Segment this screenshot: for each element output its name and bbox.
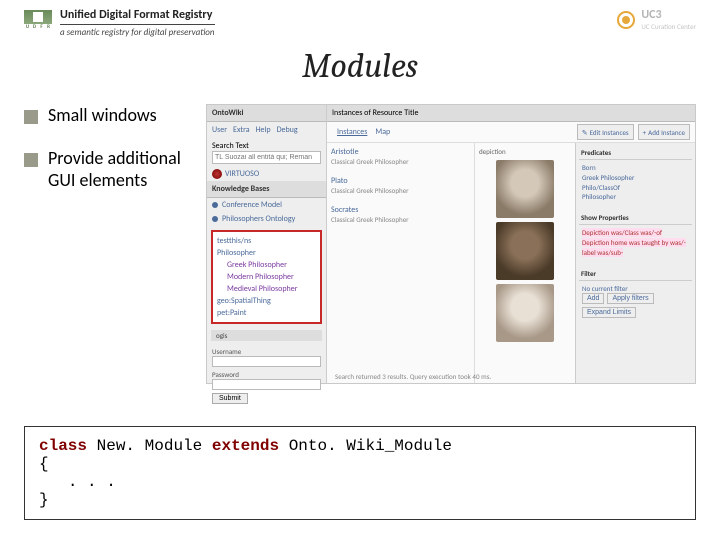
- password-input[interactable]: [212, 379, 321, 390]
- header-title: Unified Digital Format Registry: [60, 8, 215, 22]
- depiction-column: depiction: [475, 143, 575, 383]
- left-tabs: User Extra Help Debug: [207, 122, 326, 138]
- depiction-head: depiction: [479, 147, 571, 156]
- thumbnail-image[interactable]: [496, 284, 554, 342]
- username-label: Username: [212, 347, 321, 356]
- pencil-icon: ✎: [582, 128, 588, 137]
- instances-content: Aristotle Classical Greek Philosopher Pl…: [327, 143, 695, 383]
- header-right: UC3 UC Curation Center: [617, 8, 696, 31]
- password-label: Password: [212, 370, 321, 379]
- list-item[interactable]: Socrates Classical Greek Philosopher: [331, 205, 470, 224]
- bullet-item: Provide additional GUI elements: [24, 147, 194, 192]
- virtuoso-icon: [212, 169, 222, 179]
- predicates-head: Predicates: [579, 146, 692, 160]
- bullet-square-icon: [24, 153, 38, 167]
- instances-list: Aristotle Classical Greek Philosopher Pl…: [327, 143, 475, 383]
- thumbnail-image[interactable]: [496, 222, 554, 280]
- dot-icon: [212, 216, 218, 222]
- list-item[interactable]: Plato Classical Greek Philosopher: [331, 176, 470, 195]
- app-screenshot: OntoWiki User Extra Help Debug Search Te…: [206, 104, 696, 384]
- dot-icon: [212, 202, 218, 208]
- bullet-item: Small windows: [24, 104, 194, 127]
- tab-instances[interactable]: Instances: [337, 127, 367, 137]
- filter-apply-button[interactable]: Apply filters: [607, 293, 653, 304]
- expand-limits-button[interactable]: Expand Limits: [582, 307, 636, 318]
- tree-item[interactable]: Medieval Philosopher: [217, 283, 316, 295]
- kb-item[interactable]: Conference Model: [207, 198, 326, 212]
- kb-item[interactable]: Philosophers Ontology: [207, 212, 326, 226]
- username-input[interactable]: [212, 356, 321, 367]
- thumbnail-image[interactable]: [496, 160, 554, 218]
- search-block: Search Text: [207, 138, 326, 167]
- predicates-body: Born Greek Philosopher Philo/ClassOf Phi…: [579, 160, 692, 205]
- tab-help[interactable]: Help: [256, 125, 271, 135]
- header-left: U D F R Unified Digital Format Registry …: [24, 8, 215, 38]
- highlighted-module: testthis/ns Philosopher Greek Philosophe…: [211, 230, 322, 324]
- plus-icon: +: [643, 128, 647, 137]
- filter-body: No current filter Add Apply filters Expa…: [579, 281, 692, 322]
- code-block: class New. Module extends Onto. Wiki_Mod…: [24, 426, 696, 520]
- list-item[interactable]: Aristotle Classical Greek Philosopher: [331, 147, 470, 166]
- app-right-panel: Instances of Resource Title Instances Ma…: [327, 105, 695, 383]
- results-footer: Search returned 3 results. Query executi…: [335, 372, 491, 381]
- virtuoso-line[interactable]: VIRTUOSO: [207, 167, 326, 181]
- slide-header: U D F R Unified Digital Format Registry …: [0, 0, 720, 38]
- uc3-logo-icon: [617, 11, 635, 29]
- tree-item[interactable]: geo:SpatialThing: [217, 295, 316, 307]
- header-title-block: Unified Digital Format Registry a semant…: [60, 8, 215, 38]
- app-left-panel: OntoWiki User Extra Help Debug Search Te…: [207, 105, 327, 383]
- show-properties-body: Depiction was/Class was/-of Depiction ho…: [579, 225, 692, 260]
- bullet-list: Small windows Provide additional GUI ele…: [24, 104, 194, 384]
- tab-user[interactable]: User: [212, 125, 227, 135]
- tree-item[interactable]: pet:Paint: [217, 307, 316, 319]
- add-instance-button[interactable]: +Add Instance: [638, 124, 690, 140]
- edit-instances-button[interactable]: ✎Edit Instances: [577, 124, 634, 140]
- tree-item[interactable]: Greek Philosopher: [217, 259, 316, 271]
- search-input[interactable]: [212, 151, 321, 164]
- slide-title: Modules: [0, 46, 720, 86]
- kb-head: Knowledge Bases: [207, 181, 326, 198]
- instances-head: Instances of Resource Title: [327, 105, 695, 122]
- tab-extra[interactable]: Extra: [233, 125, 250, 135]
- ontowiki-head: OntoWiki: [207, 105, 326, 122]
- uc3-text: UC3 UC Curation Center: [641, 8, 696, 31]
- tag[interactable]: ogis: [211, 330, 322, 341]
- tree-item[interactable]: Modern Philosopher: [217, 271, 316, 283]
- bullet-square-icon: [24, 110, 38, 124]
- submit-button[interactable]: Submit: [212, 393, 248, 404]
- login-block: Username Password Submit: [207, 343, 326, 408]
- header-tagline: a semantic registry for digital preserva…: [60, 27, 215, 38]
- search-label: Search Text: [212, 141, 321, 151]
- show-properties-head: Show Properties: [579, 211, 692, 225]
- tab-debug[interactable]: Debug: [277, 125, 298, 135]
- tab-map[interactable]: Map: [375, 127, 390, 137]
- tree-item[interactable]: Philosopher: [217, 247, 316, 259]
- right-tabs: Instances Map: [332, 124, 395, 140]
- filter-add-button[interactable]: Add: [582, 293, 604, 304]
- body-area: Small windows Provide additional GUI ele…: [0, 104, 720, 384]
- udfr-logo-icon: U D F R: [24, 8, 52, 36]
- properties-sidebar: Predicates Born Greek Philosopher Philo/…: [575, 143, 695, 383]
- filter-head: Filter: [579, 267, 692, 281]
